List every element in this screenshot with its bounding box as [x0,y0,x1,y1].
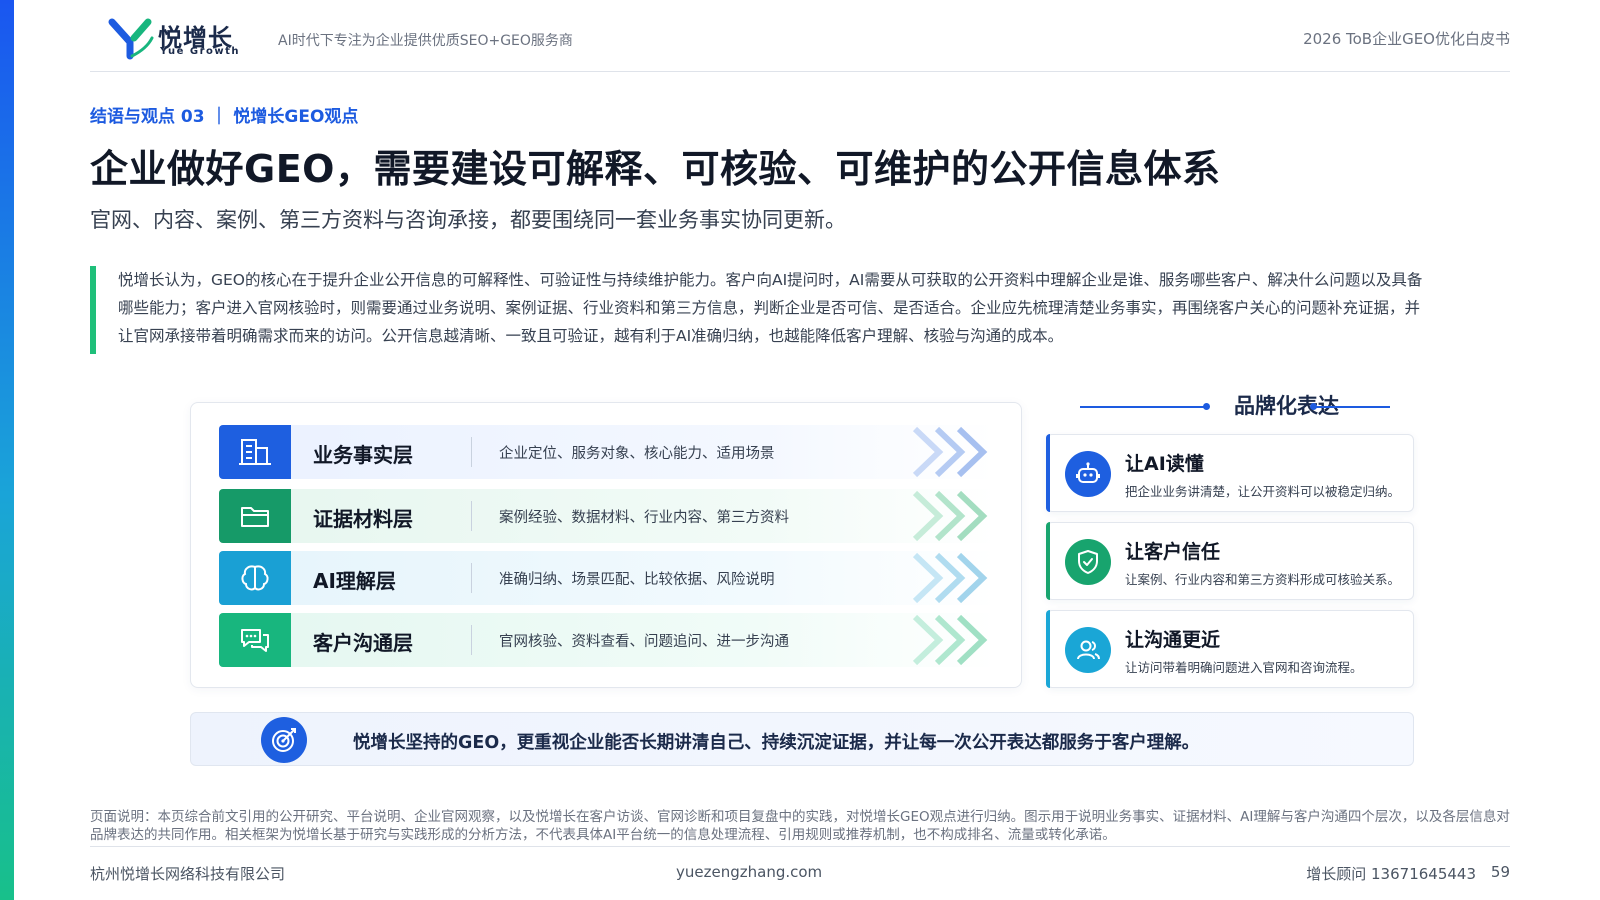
summary-quote: 悦增长认为，GEO的核心在于提升企业公开信息的可解释性、可验证性与持续维护能力。… [90,266,1430,354]
chevron-right-icon [912,552,988,604]
card-icon-circle [1065,451,1111,497]
brand-expression-heading: 品牌化表达 [1050,386,1410,422]
layer-description: 准确归纳、场景匹配、比较依据、风险说明 [499,572,775,588]
page-title: 企业做好GEO，需要建设可解释、可核验、可维护的公开信息体系 [90,147,1221,191]
document-title: 2026 ToB企业GEO优化白皮书 [1303,30,1510,48]
brand-heading-label: 品牌化表达 [1234,394,1339,418]
layer-description: 官网核验、资料查看、问题追问、进一步沟通 [499,634,789,650]
header-tagline: AI时代下专注为企业提供优质SEO+GEO服务商 [278,33,573,49]
logo-mark-icon [108,18,154,60]
logo-subtitle: Yue Growth [160,46,241,57]
layer-description: 案例经验、数据材料、行业内容、第三方资料 [499,510,789,526]
footer-website: yuezengzhang.com [676,863,823,881]
layer-icon-box [219,425,291,479]
page-footer: 杭州悦增长网络科技有限公司 yuezengzhang.com 增长顾问 1367… [90,846,1510,890]
layer-description: 企业定位、服务对象、核心能力、适用场景 [499,446,775,462]
card-accent [1046,434,1050,512]
users-icon [1077,640,1100,660]
logo: 悦增长 Yue Growth [108,16,241,60]
layer-name: AI理解层 [313,569,396,593]
layer-divider [471,563,472,593]
page-number: 59 [1490,863,1510,881]
statement-icon-circle [261,717,307,763]
card-title: 让AI读懂 [1125,453,1204,475]
layer-divider [471,501,472,531]
section-label: 结语与观点 03 ｜ 悦增长GEO观点 [90,107,359,127]
card-icon-circle [1065,627,1111,673]
heading-line-left [1080,406,1206,408]
building-icon [239,439,271,465]
core-statement: 悦增长坚持的GEO，更重视企业能否长期讲清自己、持续沉淀证据，并让每一次公开表达… [190,712,1414,766]
card-description: 让案例、行业内容和第三方资料形成可核验关系。 [1125,572,1401,587]
shield-check-icon [1078,550,1098,574]
statement-text: 悦增长坚持的GEO，更重视企业能否长期讲清自己、持续沉淀证据，并让每一次公开表达… [353,733,1200,753]
robot-icon [1076,462,1100,483]
page-note: 页面说明：本页综合前文引用的公开研究、平台说明、企业官网观察，以及悦增长在客户访… [90,809,1510,843]
card-icon-circle [1065,539,1111,585]
card-accent [1046,522,1050,600]
card-title: 让沟通更近 [1125,629,1221,651]
layer-divider [471,437,472,467]
layer-customer-communication: 客户沟通层 官网核验、资料查看、问题追问、进一步沟通 [219,613,995,667]
layer-icon-box [219,613,291,667]
layer-name: 业务事实层 [313,443,413,467]
footer-company: 杭州悦增长网络科技有限公司 [90,865,286,883]
left-accent-bar [0,0,14,900]
layer-icon-box [219,489,291,543]
brand-card-ai: 让AI读懂 把企业业务讲清楚，让公开资料可以被稳定归纳。 [1046,434,1414,512]
folder-icon [241,507,269,527]
chevron-right-icon [912,426,988,478]
page-header: 悦增长 Yue Growth AI时代下专注为企业提供优质SEO+GEO服务商 … [90,0,1510,72]
target-icon [272,728,296,752]
footer-contact: 增长顾问 13671645443 [1306,865,1476,883]
card-accent [1046,610,1050,688]
heading-dot-left [1203,403,1210,410]
heading-line-right [1314,406,1390,408]
page-subtitle: 官网、内容、案例、第三方资料与咨询承接，都要围绕同一套业务事实协同更新。 [90,208,846,232]
layer-divider [471,625,472,655]
card-title: 让客户信任 [1125,541,1221,563]
layer-business-facts: 业务事实层 企业定位、服务对象、核心能力、适用场景 [219,425,995,479]
layer-name: 客户沟通层 [313,631,413,655]
layer-evidence-materials: 证据材料层 案例经验、数据材料、行业内容、第三方资料 [219,489,995,543]
brand-card-communication: 让沟通更近 让访问带着明确问题进入官网和咨询流程。 [1046,610,1414,688]
chevron-right-icon [912,614,988,666]
brain-icon [241,565,269,591]
chevron-right-icon [912,490,988,542]
chat-icon [241,629,269,652]
layer-ai-understanding: AI理解层 准确归纳、场景匹配、比较依据、风险说明 [219,551,995,605]
card-description: 把企业业务讲清楚，让公开资料可以被稳定归纳。 [1125,484,1401,499]
layer-icon-box [219,551,291,605]
card-description: 让访问带着明确问题进入官网和咨询流程。 [1125,660,1363,675]
layers-panel: 业务事实层 企业定位、服务对象、核心能力、适用场景 证据材料层 案例经验、数据材… [190,402,1022,688]
layer-name: 证据材料层 [313,507,413,531]
brand-card-trust: 让客户信任 让案例、行业内容和第三方资料形成可核验关系。 [1046,522,1414,600]
summary-text: 悦增长认为，GEO的核心在于提升企业公开信息的可解释性、可验证性与持续维护能力。… [118,271,1423,345]
